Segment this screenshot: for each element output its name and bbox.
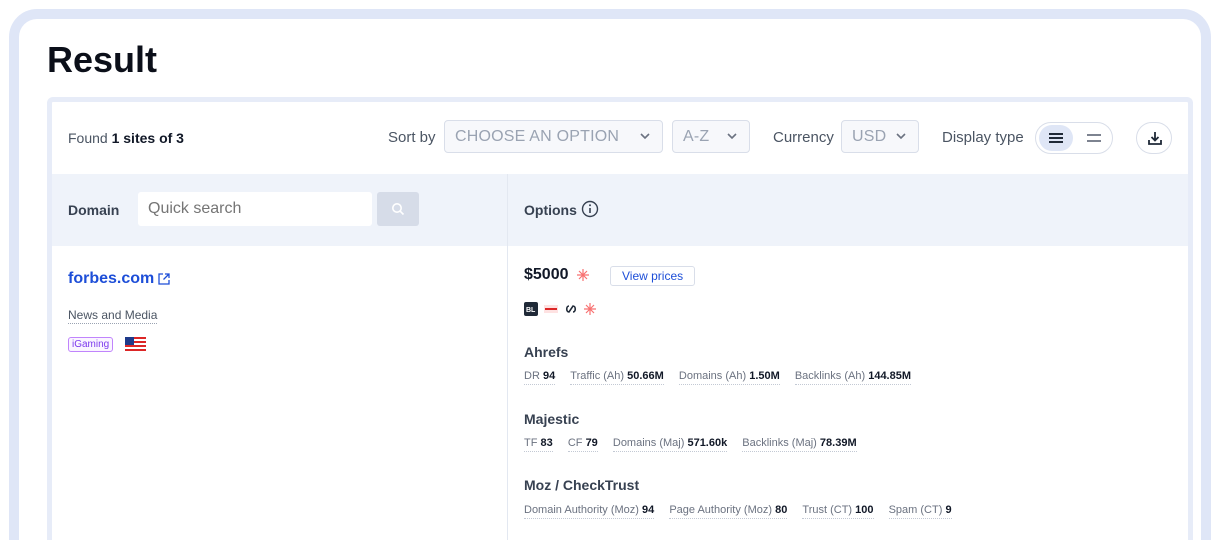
metric-backlinks-ah: Backlinks (Ah) 144.85M bbox=[794, 370, 912, 385]
domain-link[interactable]: forbes.com bbox=[68, 270, 154, 288]
download-button[interactable] bbox=[1136, 122, 1172, 154]
metric-page-authority: Page Authority (Moz) 80 bbox=[669, 504, 788, 519]
ahrefs-metrics: DR 94 Traffic (Ah) 50.66M Domains (Ah) 1… bbox=[524, 370, 923, 385]
link-icon bbox=[565, 305, 577, 313]
svg-text:BL: BL bbox=[526, 307, 536, 314]
chevron-down-icon bbox=[896, 133, 906, 140]
view-prices-button[interactable]: View prices bbox=[610, 266, 696, 286]
moz-title: Moz / CheckTrust bbox=[524, 477, 640, 493]
page-title: Result bbox=[47, 39, 158, 80]
moz-metrics: Domain Authority (Moz) 94 Page Authority… bbox=[524, 504, 964, 519]
currency-label: Currency bbox=[773, 129, 834, 146]
results-card: Found 1 sites of 3 Sort by CHOOSE AN OPT… bbox=[47, 97, 1193, 540]
order-select-value: A-Z bbox=[683, 128, 710, 145]
compact-list-icon bbox=[1087, 134, 1101, 142]
currency-select[interactable]: USD bbox=[841, 120, 919, 153]
metric-backlinks-maj: Backlinks (Maj) 78.39M bbox=[742, 437, 857, 452]
toolbar: Found 1 sites of 3 Sort by CHOOSE AN OPT… bbox=[52, 102, 1188, 174]
display-type-label: Display type bbox=[942, 129, 1024, 146]
sort-label: Sort by bbox=[388, 129, 436, 146]
quick-search-input[interactable] bbox=[138, 192, 372, 226]
metric-trust-ct: Trust (CT) 100 bbox=[802, 504, 874, 519]
metric-dr: DR 94 bbox=[524, 370, 556, 385]
info-icon[interactable] bbox=[581, 200, 599, 218]
currency-select-value: USD bbox=[852, 128, 887, 145]
chevron-down-icon bbox=[727, 133, 737, 140]
us-flag-icon bbox=[125, 337, 146, 351]
found-value: 1 sites of 3 bbox=[111, 130, 184, 146]
sparkle-icon bbox=[577, 269, 589, 281]
list-icon bbox=[1049, 133, 1063, 143]
metric-domain-authority: Domain Authority (Moz) 94 bbox=[524, 504, 655, 519]
display-list-button[interactable] bbox=[1039, 125, 1073, 151]
majestic-metrics: TF 83 CF 79 Domains (Maj) 571.60k Backli… bbox=[524, 437, 869, 452]
result-panel: Result Found 1 sites of 3 Sort by CHOOSE… bbox=[9, 9, 1211, 540]
banner-icon bbox=[544, 305, 558, 313]
search-button[interactable] bbox=[377, 192, 419, 226]
display-compact-button[interactable] bbox=[1080, 125, 1110, 151]
metric-domains-maj: Domains (Maj) 571.60k bbox=[612, 437, 728, 452]
table-header: Domain Options bbox=[52, 174, 1188, 246]
found-prefix: Found bbox=[68, 130, 108, 146]
sort-select[interactable]: CHOOSE AN OPTION bbox=[444, 120, 663, 153]
chevron-down-icon bbox=[640, 133, 650, 140]
metric-cf: CF 79 bbox=[567, 437, 598, 452]
download-icon bbox=[1148, 132, 1162, 145]
column-divider bbox=[507, 174, 508, 540]
order-select[interactable]: A-Z bbox=[672, 120, 750, 153]
search-icon bbox=[392, 203, 405, 216]
sparkle-icon bbox=[584, 303, 596, 315]
options-header: Options bbox=[524, 202, 577, 218]
display-type-toggle bbox=[1035, 122, 1113, 154]
price-value: $5000 bbox=[524, 266, 569, 283]
metric-domains-ah: Domains (Ah) 1.50M bbox=[678, 370, 780, 385]
domain-header: Domain bbox=[68, 202, 120, 218]
external-link-icon[interactable] bbox=[157, 272, 171, 286]
niche-tag: iGaming bbox=[68, 337, 114, 352]
majestic-title: Majestic bbox=[524, 411, 580, 427]
found-count: Found 1 sites of 3 bbox=[68, 130, 184, 146]
metric-traffic-ah: Traffic (Ah) 50.66M bbox=[570, 370, 664, 385]
ahrefs-title: Ahrefs bbox=[524, 344, 569, 360]
bl-badge-icon: BL bbox=[524, 302, 538, 316]
sort-select-value: CHOOSE AN OPTION bbox=[455, 128, 620, 145]
metric-tf: TF 83 bbox=[524, 437, 553, 452]
category-label: News and Media bbox=[68, 308, 158, 324]
metric-spam-ct: Spam (CT) 9 bbox=[888, 504, 952, 519]
